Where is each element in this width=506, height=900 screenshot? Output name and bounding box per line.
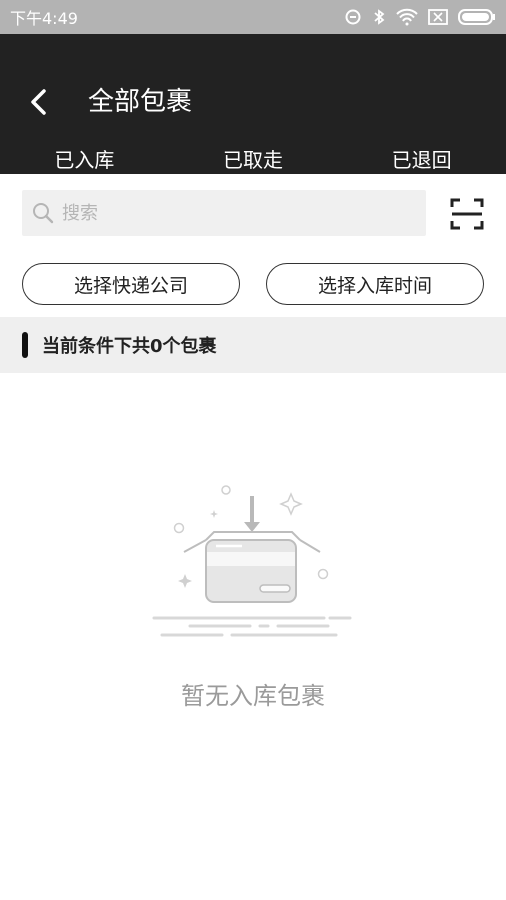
search-icon — [33, 203, 54, 224]
result-summary: 当前条件下共0个包裹 — [0, 317, 506, 373]
battery-icon — [458, 9, 496, 25]
scan-button[interactable] — [450, 197, 484, 231]
tab-bar: 已入库 已取走 已退回 — [0, 134, 506, 194]
summary-text: 当前条件下共0个包裹 — [42, 336, 217, 357]
select-time-button[interactable]: 选择入库时间 — [266, 263, 484, 305]
tab-returned[interactable]: 已退回 — [337, 134, 506, 194]
wifi-icon — [396, 8, 418, 26]
filter-row: 选择快递公司 选择入库时间 — [22, 263, 484, 305]
chevron-left-icon — [31, 89, 46, 115]
search-box[interactable] — [22, 190, 426, 236]
app-header: 全部包裹 已入库 已取走 已退回 — [0, 34, 506, 174]
empty-state: 暂无入库包裹 — [0, 482, 506, 711]
summary-marker — [22, 332, 28, 358]
empty-message: 暂无入库包裹 — [181, 682, 325, 710]
page-title: 全部包裹 — [88, 87, 193, 117]
scan-icon — [450, 198, 484, 230]
sim-icon — [428, 9, 448, 25]
status-time: 下午4:49 — [10, 9, 78, 28]
tab-picked-up[interactable]: 已取走 — [169, 134, 338, 194]
tab-stored[interactable]: 已入库 — [0, 134, 169, 194]
back-button[interactable] — [22, 84, 54, 120]
empty-box-icon — [152, 485, 352, 637]
status-bar: 下午4:49 — [0, 0, 506, 34]
alarm-icon — [344, 8, 362, 26]
select-courier-button[interactable]: 选择快递公司 — [22, 263, 240, 305]
search-row — [22, 190, 484, 236]
status-icons — [344, 8, 496, 26]
bluetooth-icon — [372, 8, 386, 26]
search-input[interactable] — [60, 201, 404, 225]
